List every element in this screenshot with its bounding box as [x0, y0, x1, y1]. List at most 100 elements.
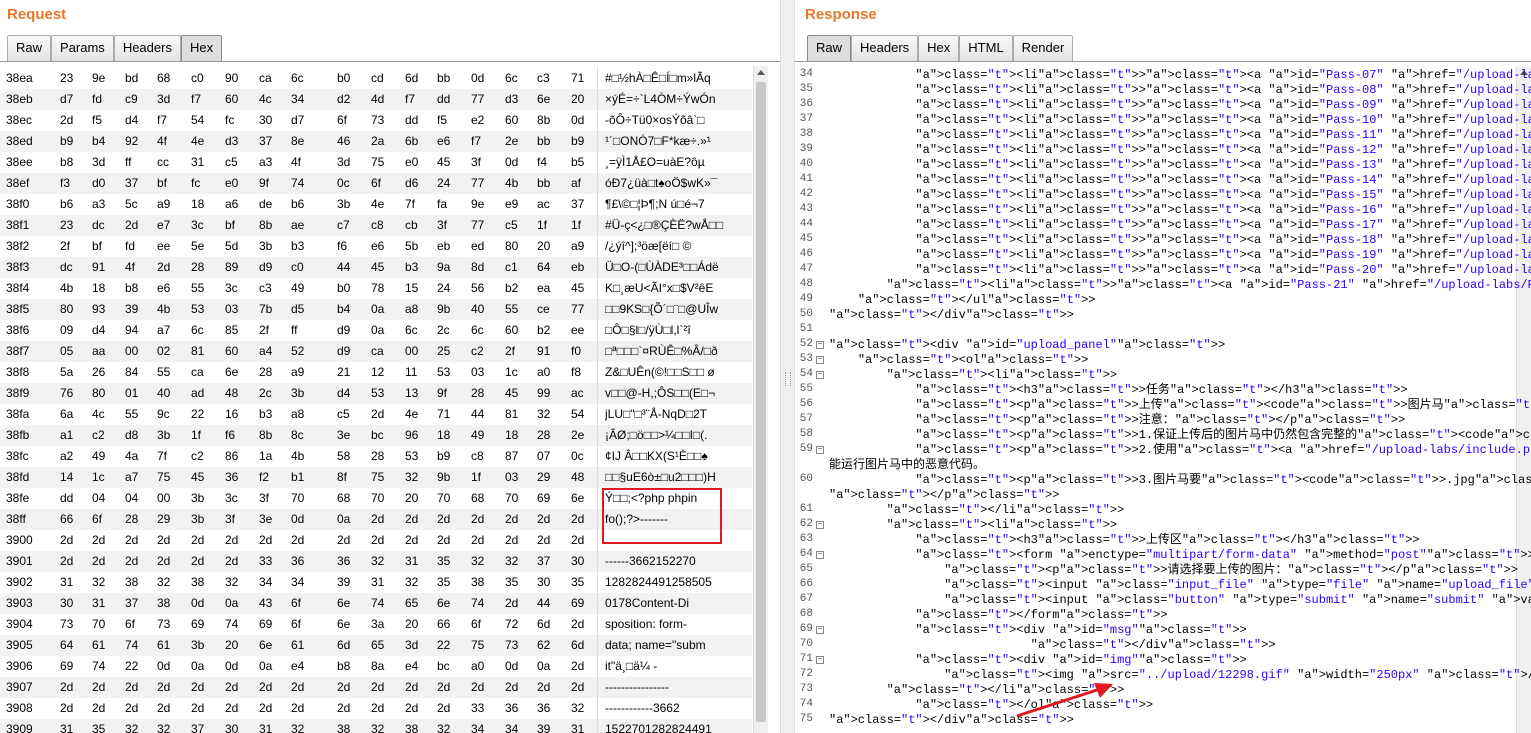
- hex-byte[interactable]: 9f: [437, 383, 447, 404]
- hex-byte[interactable]: 2e: [505, 131, 518, 152]
- hex-byte[interactable]: 6c: [471, 320, 484, 341]
- hex-byte[interactable]: f8: [571, 362, 581, 383]
- hex-byte[interactable]: b9: [437, 446, 450, 467]
- hex-ascii[interactable]: it"ä¸□ä¼ -: [605, 656, 755, 677]
- hex-byte[interactable]: f5: [437, 110, 447, 131]
- hex-byte[interactable]: 68: [157, 68, 170, 89]
- hex-byte[interactable]: 4e: [191, 131, 204, 152]
- hex-byte[interactable]: 92: [125, 131, 138, 152]
- hex-ascii[interactable]: ¡ÂØ;□ö□□>¼□□I□(.: [605, 425, 755, 446]
- hex-byte[interactable]: 2d: [60, 698, 73, 719]
- hex-row[interactable]: 3902 31 32 38 32 38 32 34 34 39 31 32 35 38 35 30 35 1282…: [0, 572, 752, 593]
- hex-row[interactable]: 38f7 05 aa 00 02 81 60 a4 52 d9 ca 00 25 c2 2f 91 f0 □ª□□…: [0, 341, 752, 362]
- hex-byte[interactable]: 96: [405, 425, 418, 446]
- hex-byte[interactable]: 61: [157, 635, 170, 656]
- hex-byte[interactable]: 90: [225, 68, 238, 89]
- hex-byte[interactable]: 48: [571, 467, 584, 488]
- hex-byte[interactable]: a6: [225, 194, 238, 215]
- hex-byte[interactable]: 25: [437, 341, 450, 362]
- hex-byte[interactable]: 3c: [225, 278, 238, 299]
- hex-byte[interactable]: 3b: [191, 488, 204, 509]
- hex-byte[interactable]: 69: [259, 614, 272, 635]
- hex-byte[interactable]: 70: [92, 614, 105, 635]
- hex-byte[interactable]: 55: [191, 278, 204, 299]
- hex-byte[interactable]: 37: [125, 173, 138, 194]
- hex-byte[interactable]: 99: [537, 383, 550, 404]
- hex-byte[interactable]: 34: [505, 719, 518, 733]
- hex-ascii[interactable]: v□□@-H,;ÔS□□(E□¬: [605, 383, 755, 404]
- hex-byte[interactable]: 66: [60, 509, 73, 530]
- hex-byte[interactable]: e6: [371, 236, 384, 257]
- hex-byte[interactable]: 5b: [405, 236, 418, 257]
- hex-byte[interactable]: 4f: [157, 131, 167, 152]
- hex-row[interactable]: 3908 2d 2d 2d 2d 2d 2d 2d 2d 2d 2d 2d 2d 33 36 36 32 ----…: [0, 698, 752, 719]
- hex-byte[interactable]: 71: [571, 68, 584, 89]
- hex-byte[interactable]: 2f: [259, 320, 269, 341]
- hex-byte[interactable]: fd: [125, 236, 135, 257]
- hex-byte[interactable]: 31: [405, 551, 418, 572]
- hex-byte[interactable]: 2d: [371, 530, 384, 551]
- hex-ascii[interactable]: ¹´□ONÓ7□F*kæ÷.»¹: [605, 131, 755, 152]
- hex-byte[interactable]: c1: [505, 257, 518, 278]
- hex-row[interactable]: 3905 64 61 74 61 3b 20 6e 61 6d 65 3d 22 75 73 62 6d data…: [0, 635, 752, 656]
- hex-byte[interactable]: 6d: [537, 614, 550, 635]
- hex-byte[interactable]: 32: [571, 698, 584, 719]
- hex-byte[interactable]: 84: [125, 362, 138, 383]
- hex-byte[interactable]: c5: [505, 215, 518, 236]
- hex-byte[interactable]: a1: [60, 425, 73, 446]
- hex-row[interactable]: 38fa 6a 4c 55 9c 22 16 b3 a8 c5 2d 4e 71 44 81 32 54 jLU□…: [0, 404, 752, 425]
- hex-byte[interactable]: 2d: [337, 677, 350, 698]
- hex-byte[interactable]: 0a: [259, 656, 272, 677]
- hex-byte[interactable]: 32: [371, 719, 384, 733]
- hex-byte[interactable]: 32: [157, 719, 170, 733]
- hex-byte[interactable]: fc: [225, 110, 234, 131]
- hex-row[interactable]: 38ef f3 d0 37 bf fc e0 9f 74 0c 6f d6 24 77 4b bb af óÐ7¿…: [0, 173, 752, 194]
- hex-row[interactable]: 38fb a1 c2 d8 3b 1f f6 8b 8c 3e bc 96 18 49 18 28 2e ¡ÂØ;…: [0, 425, 752, 446]
- hex-byte[interactable]: b5: [571, 152, 584, 173]
- hex-byte[interactable]: 12: [371, 362, 384, 383]
- hex-byte[interactable]: 3a: [371, 614, 384, 635]
- hex-byte[interactable]: 2d: [505, 530, 518, 551]
- hex-byte[interactable]: b2: [505, 278, 518, 299]
- hex-ascii[interactable]: ×ýÉ=÷`L4ÒM÷ÝwÓn: [605, 89, 755, 110]
- hex-byte[interactable]: 53: [437, 362, 450, 383]
- hex-row[interactable]: 3901 2d 2d 2d 2d 2d 2d 33 36 36 32 31 35 32 32 37 30 ----…: [0, 551, 752, 572]
- hex-byte[interactable]: 77: [471, 215, 484, 236]
- hex-byte[interactable]: 28: [371, 446, 384, 467]
- hex-byte[interactable]: f7: [191, 89, 201, 110]
- hex-byte[interactable]: 91: [92, 257, 105, 278]
- hex-row[interactable]: 38ee b8 3d ff cc 31 c5 a3 4f 3d 75 e0 45 3f 0d f4 b5 ¸=ÿÌ…: [0, 152, 752, 173]
- hex-byte[interactable]: 69: [571, 593, 584, 614]
- hex-byte[interactable]: 85: [225, 320, 238, 341]
- hex-byte[interactable]: 20: [405, 488, 418, 509]
- hex-byte[interactable]: 6f: [92, 509, 102, 530]
- hex-byte[interactable]: 8a: [371, 656, 384, 677]
- hex-byte[interactable]: c5: [225, 152, 238, 173]
- hex-byte[interactable]: 43: [259, 593, 272, 614]
- hex-byte[interactable]: d4: [92, 320, 105, 341]
- hex-byte[interactable]: 64: [537, 257, 550, 278]
- hex-byte[interactable]: 32: [291, 719, 304, 733]
- hex-byte[interactable]: 8e: [291, 131, 304, 152]
- hex-byte[interactable]: 31: [371, 572, 384, 593]
- hex-byte[interactable]: 2d: [505, 677, 518, 698]
- hex-ascii[interactable]: ¶£\©□¦Þ¶;N ú□é¬7: [605, 194, 755, 215]
- hex-row[interactable]: 38f9 76 80 01 40 ad 48 2c 3b d4 53 13 9f 28 45 99 ac v□□@…: [0, 383, 752, 404]
- hex-byte[interactable]: 2d: [191, 677, 204, 698]
- hex-byte[interactable]: d3: [505, 89, 518, 110]
- hex-byte[interactable]: b8: [125, 278, 138, 299]
- hex-byte[interactable]: e0: [225, 173, 238, 194]
- hex-byte[interactable]: aa: [92, 341, 105, 362]
- hex-row[interactable]: 38f5 80 93 39 4b 53 03 7b d5 b4 0a a8 9b 40 55 ce 77 □□9K…: [0, 299, 752, 320]
- hex-byte[interactable]: 0a: [191, 656, 204, 677]
- hex-row[interactable]: 38f4 4b 18 b8 e6 55 3c c3 49 b0 78 15 24 56 b2 ea 45 K□¸æ…: [0, 278, 752, 299]
- hex-byte[interactable]: 2d: [405, 509, 418, 530]
- hex-byte[interactable]: 32: [405, 572, 418, 593]
- hex-byte[interactable]: d7: [60, 89, 73, 110]
- hex-byte[interactable]: 36: [537, 698, 550, 719]
- hex-byte[interactable]: 6c: [405, 320, 418, 341]
- hex-byte[interactable]: 30: [225, 719, 238, 733]
- hex-byte[interactable]: 6e: [337, 593, 350, 614]
- hex-byte[interactable]: e4: [405, 656, 418, 677]
- hex-byte[interactable]: 48: [225, 383, 238, 404]
